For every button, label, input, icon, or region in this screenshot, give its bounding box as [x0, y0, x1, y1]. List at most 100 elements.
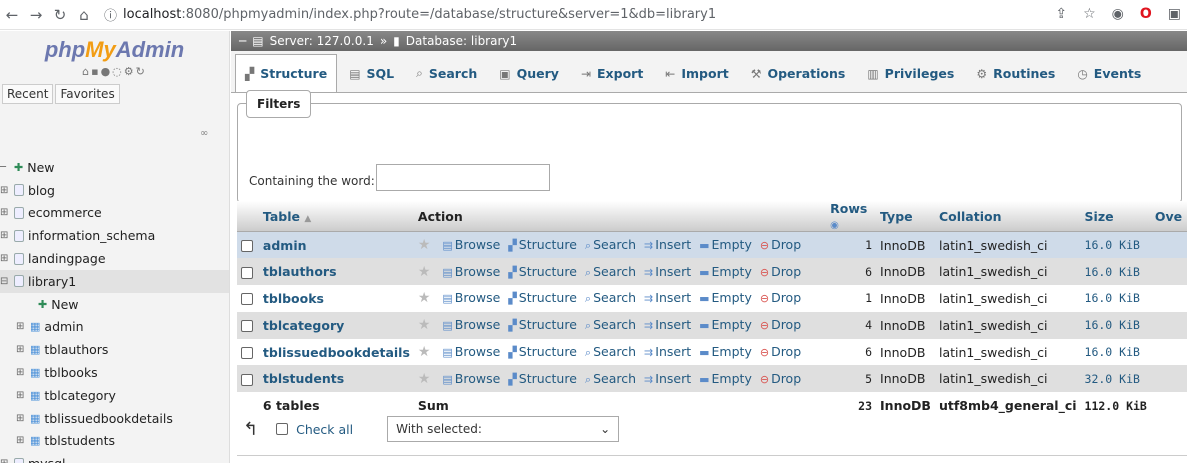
table-name-link[interactable]: tblcategory — [258, 311, 414, 339]
action-search[interactable]: ⌕ Search — [585, 344, 636, 359]
action-structure[interactable]: ▞ Structure — [508, 237, 577, 252]
action-empty[interactable]: ▬ Empty — [699, 237, 752, 252]
camera-icon[interactable]: ◉ — [1112, 6, 1124, 22]
back-icon[interactable]: ← — [0, 6, 24, 24]
action-drop[interactable]: ⊖ Drop — [760, 317, 801, 332]
with-selected-select[interactable]: With selected: ⌄ — [387, 416, 620, 442]
tab-operations[interactable]: ⚒ Operations — [741, 54, 856, 92]
action-browse[interactable]: ▤ Browse — [442, 290, 500, 305]
action-insert[interactable]: ⇉ Insert — [644, 237, 691, 252]
check-all-checkbox[interactable] — [276, 423, 289, 435]
favorite-star-icon[interactable]: ★ — [418, 264, 431, 280]
extension-icon[interactable]: ▣ — [1168, 6, 1181, 22]
link-icon[interactable]: ∞ — [200, 128, 208, 139]
tab-export[interactable]: ⇥ Export — [571, 54, 653, 92]
expand-icon[interactable]: ⊞ — [0, 207, 12, 218]
row-checkbox[interactable] — [241, 266, 253, 279]
forward-icon[interactable]: → — [24, 6, 48, 24]
action-empty[interactable]: ▬ Empty — [699, 264, 752, 279]
check-all[interactable]: Check all — [276, 422, 353, 437]
filter-input[interactable] — [376, 164, 550, 191]
breadcrumb-database[interactable]: Database: library1 — [406, 34, 517, 48]
tab-sql[interactable]: ▤ SQL — [339, 54, 404, 92]
table-size[interactable]: 16.0 KiB — [1080, 311, 1151, 339]
expand-icon[interactable]: ⊞ — [0, 185, 12, 196]
table-row[interactable]: tblissuedbookdetails ★ ▤ Browse ▞ Structure ⌕… — [237, 338, 1187, 366]
collapse-icon[interactable]: ⊟ — [0, 276, 12, 287]
tree-item-blog[interactable]: ⊞ blog — [0, 179, 229, 202]
expand-icon[interactable]: ⊞ — [16, 344, 28, 355]
header-rows[interactable]: Rows ◉ — [826, 201, 877, 232]
tab-favorites[interactable]: Favorites — [55, 84, 120, 104]
row-checkbox[interactable] — [241, 320, 253, 333]
expand-icon[interactable]: ⊞ — [16, 390, 28, 401]
favorite-star-icon[interactable]: ★ — [418, 290, 431, 306]
tab-routines[interactable]: ⚙ Routines — [966, 54, 1065, 92]
action-browse[interactable]: ▤ Browse — [442, 371, 500, 386]
expand-icon[interactable]: ⊞ — [16, 413, 28, 424]
docs-icon[interactable]: ◌ — [112, 65, 124, 78]
tab-structure[interactable]: ▞ Structure — [235, 54, 338, 92]
table-row[interactable]: admin ★ ▤ Browse ▞ Structure ⌕ Search ⇉ Insert ▬ E… — [237, 231, 1187, 259]
table-name-link[interactable]: tblbooks — [258, 285, 414, 312]
action-drop[interactable]: ⊖ Drop — [760, 371, 801, 386]
action-drop[interactable]: ⊖ Drop — [760, 344, 801, 359]
favorite-star-icon[interactable]: ★ — [418, 237, 431, 253]
help-icon[interactable]: ◉ — [830, 220, 839, 231]
header-size[interactable]: Size — [1080, 201, 1151, 232]
action-structure[interactable]: ▞ Structure — [508, 317, 577, 332]
action-drop[interactable]: ⊖ Drop — [760, 237, 801, 252]
expand-icon[interactable]: ⊞ — [0, 230, 12, 241]
settings-gear-icon[interactable]: ⚙ — [124, 65, 136, 78]
row-checkbox[interactable] — [241, 293, 253, 306]
table-row[interactable]: tblauthors ★ ▤ Browse ▞ Structure ⌕ Search ⇉ Ins… — [237, 258, 1187, 286]
row-checkbox[interactable] — [241, 347, 253, 360]
table-size[interactable]: 16.0 KiB — [1080, 338, 1151, 366]
tree-item-mysql[interactable]: ⊞mysql — [0, 452, 229, 463]
action-browse[interactable]: ▤ Browse — [442, 264, 500, 279]
table-name-link[interactable]: admin — [258, 231, 414, 259]
action-insert[interactable]: ⇉ Insert — [644, 317, 691, 332]
action-empty[interactable]: ▬ Empty — [699, 290, 752, 305]
tree-item-tblbooks[interactable]: ⊞ ▦ tblbooks — [0, 361, 229, 384]
table-size[interactable]: 16.0 KiB — [1080, 285, 1151, 312]
action-drop[interactable]: ⊖ Drop — [760, 264, 801, 279]
action-browse[interactable]: ▤ Browse — [442, 344, 500, 359]
collapse-nav-icon[interactable]: ─ — [239, 34, 246, 48]
tree-item-new[interactable]: ─ ✚ New — [0, 156, 229, 179]
phpmyadmin-logo[interactable]: phpMyAdmin — [0, 31, 229, 63]
address-bar[interactable]: ⓘ localhost:8080/phpmyadmin/index.php?ro… — [104, 5, 716, 24]
tree-item-library1[interactable]: ⊟ library1 — [0, 269, 229, 293]
table-row[interactable]: tblstudents ★ ▤ Browse ▞ Structure ⌕ Search ⇉ In… — [237, 365, 1187, 393]
header-table[interactable]: Table ▲ — [258, 201, 414, 232]
table-row[interactable]: tblcategory ★ ▤ Browse ▞ Structure ⌕ Search ⇉ In… — [237, 311, 1187, 339]
expand-icon[interactable]: ⊞ — [0, 458, 12, 463]
tree-item-tblissuedbookdetails[interactable]: ⊞ ▦ tblissuedbookdetails — [0, 407, 229, 430]
table-size[interactable]: 16.0 KiB — [1080, 231, 1151, 259]
action-search[interactable]: ⌕ Search — [585, 371, 636, 386]
share-icon[interactable]: ⇪ — [1055, 6, 1067, 22]
home-icon[interactable]: ⌂ — [72, 6, 96, 24]
tab-query[interactable]: ▣ Query — [489, 54, 569, 92]
action-search[interactable]: ⌕ Search — [585, 317, 636, 332]
favorite-star-icon[interactable]: ★ — [418, 371, 431, 387]
expand-icon[interactable]: ⊞ — [16, 321, 28, 332]
tree-item-ecommerce[interactable]: ⊞ ecommerce — [0, 202, 229, 225]
favorite-star-icon[interactable]: ★ — [418, 317, 431, 333]
header-overhead[interactable]: Ove — [1150, 201, 1187, 232]
tree-item-library1-new[interactable]: ✚ New — [0, 293, 229, 316]
action-browse[interactable]: ▤ Browse — [442, 317, 500, 332]
action-insert[interactable]: ⇉ Insert — [644, 344, 691, 359]
action-structure[interactable]: ▞ Structure — [508, 290, 577, 305]
help-icon[interactable]: ● — [101, 65, 113, 78]
row-checkbox[interactable] — [241, 373, 253, 386]
bookmark-star-icon[interactable]: ☆ — [1083, 6, 1096, 22]
action-drop[interactable]: ⊖ Drop — [760, 290, 801, 305]
action-structure[interactable]: ▞ Structure — [508, 264, 577, 279]
action-browse[interactable]: ▤ Browse — [442, 237, 500, 252]
table-name-link[interactable]: tblissuedbookdetails — [258, 338, 414, 366]
action-structure[interactable]: ▞ Structure — [508, 371, 577, 386]
tree-item-tblstudents[interactable]: ⊞ ▦ tblstudents — [0, 430, 229, 453]
action-insert[interactable]: ⇉ Insert — [644, 264, 691, 279]
tab-privileges[interactable]: ▥ Privileges — [857, 54, 964, 92]
